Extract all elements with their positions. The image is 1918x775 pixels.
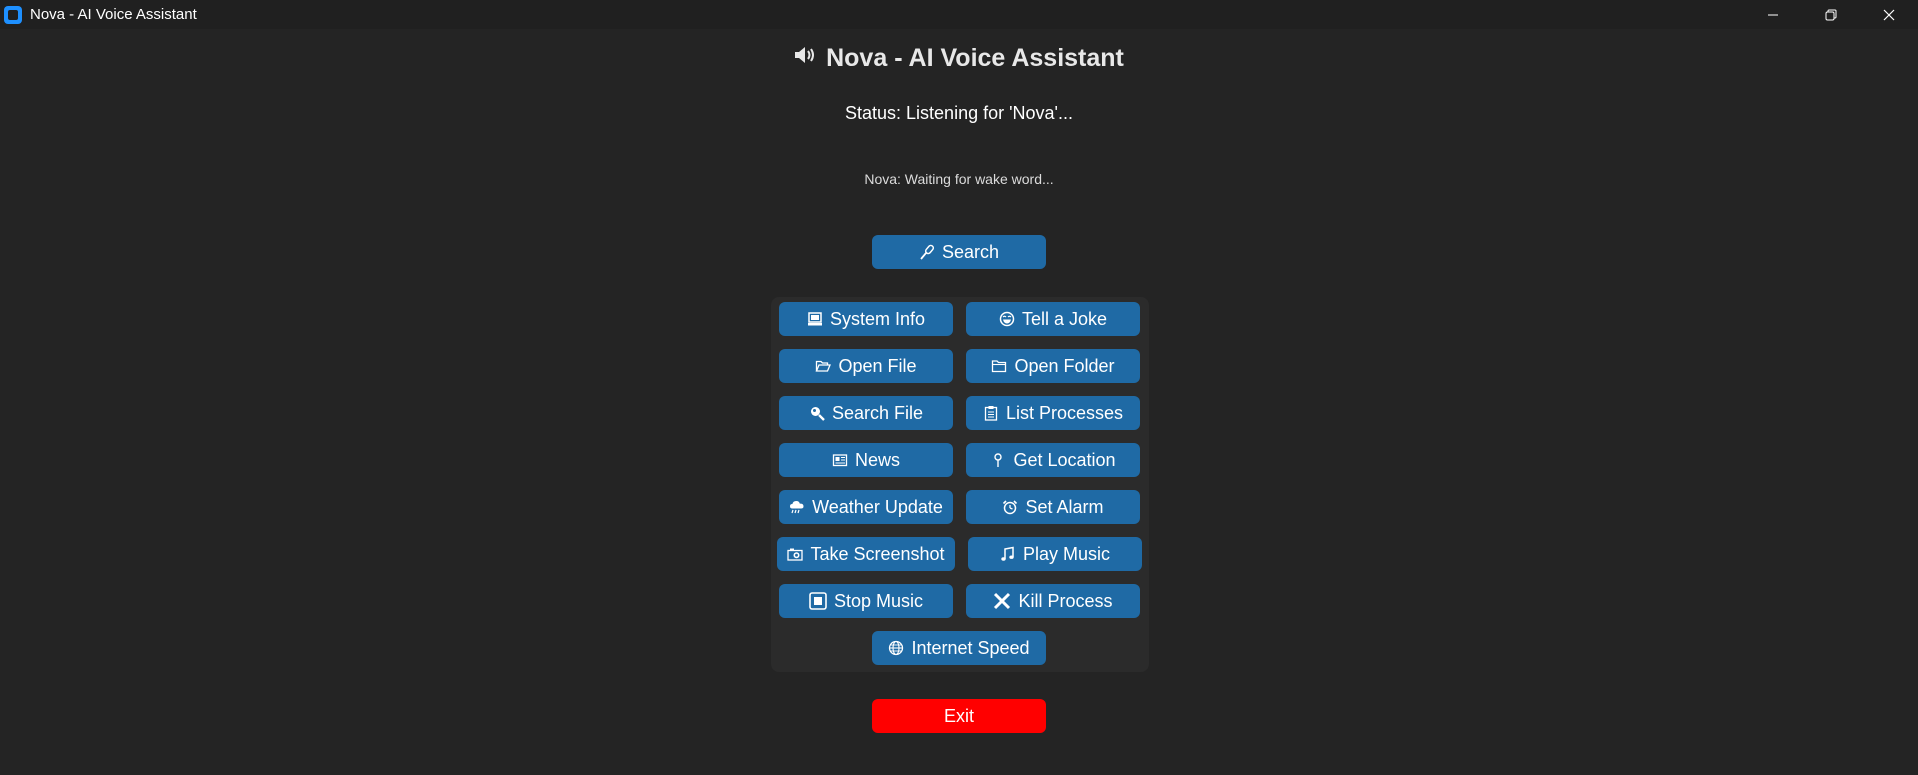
system-info-label: System Info — [829, 308, 926, 329]
tell-a-joke-label: Tell a Joke — [1021, 308, 1108, 329]
app-icon — [4, 5, 22, 24]
folder-icon — [991, 358, 1007, 374]
set-alarm-label: Set Alarm — [1025, 496, 1104, 517]
exit-button[interactable]: Exit — [872, 699, 1046, 733]
play-music-label: Play Music — [1022, 543, 1111, 564]
weather-update-label: Weather Update — [812, 496, 943, 517]
get-location-label: Get Location — [1013, 449, 1116, 470]
camera-icon — [787, 546, 804, 562]
laughing-face-icon — [999, 311, 1015, 327]
close-button[interactable] — [1860, 0, 1918, 29]
open-folder-label: Open Folder — [1014, 355, 1115, 376]
minimize-button[interactable] — [1744, 0, 1802, 29]
pin-icon — [990, 452, 1006, 468]
newspaper-icon — [832, 452, 848, 468]
rain-cloud-icon — [789, 499, 805, 515]
stop-music-button[interactable]: Stop Music — [779, 584, 953, 618]
restore-icon — [1825, 9, 1837, 20]
take-screenshot-button[interactable]: Take Screenshot — [777, 537, 955, 571]
open-file-label: Open File — [838, 355, 917, 376]
microphone-icon — [919, 244, 935, 260]
stop-music-label: Stop Music — [833, 590, 924, 611]
kill-process-button[interactable]: Kill Process — [966, 584, 1140, 618]
window-controls — [1744, 0, 1918, 29]
assistant-reply: Nova: Waiting for wake word... — [864, 171, 1054, 187]
title-bar: Nova - AI Voice Assistant — [0, 0, 1918, 29]
close-icon — [1883, 9, 1895, 20]
alarm-clock-icon — [1002, 499, 1018, 515]
computer-icon — [807, 311, 823, 327]
open-folder-button[interactable]: Open Folder — [966, 349, 1140, 383]
search-file-label: Search File — [831, 402, 924, 423]
list-processes-button[interactable]: List Processes — [966, 396, 1140, 430]
internet-speed-button[interactable]: Internet Speed — [872, 631, 1046, 665]
search-button-label: Search — [941, 241, 1000, 262]
clipboard-icon — [983, 405, 999, 421]
internet-speed-label: Internet Speed — [911, 637, 1030, 658]
status-label: Status: Listening for 'Nova'... — [845, 103, 1073, 123]
get-location-button[interactable]: Get Location — [966, 443, 1140, 477]
music-note-icon — [1000, 546, 1016, 562]
tell-a-joke-button[interactable]: Tell a Joke — [966, 302, 1140, 336]
restore-button[interactable] — [1802, 0, 1860, 29]
window-title: Nova - AI Voice Assistant — [30, 6, 197, 23]
speaker-icon — [794, 42, 816, 71]
set-alarm-button[interactable]: Set Alarm — [966, 490, 1140, 524]
list-processes-label: List Processes — [1005, 402, 1124, 423]
minimize-icon — [1768, 14, 1778, 15]
news-button[interactable]: News — [779, 443, 953, 477]
play-music-button[interactable]: Play Music — [968, 537, 1142, 571]
globe-icon — [888, 640, 904, 656]
search-file-button[interactable]: Search File — [779, 396, 953, 430]
x-icon — [993, 592, 1011, 610]
magnifier-icon — [809, 405, 825, 421]
open-file-button[interactable]: Open File — [779, 349, 953, 383]
open-folder-icon — [815, 358, 832, 374]
stop-icon — [809, 592, 827, 610]
weather-update-button[interactable]: Weather Update — [779, 490, 953, 524]
search-button[interactable]: Search — [872, 235, 1046, 269]
take-screenshot-label: Take Screenshot — [810, 543, 945, 564]
kill-process-label: Kill Process — [1018, 590, 1113, 611]
system-info-button[interactable]: System Info — [779, 302, 953, 336]
news-label: News — [854, 449, 900, 470]
exit-button-label: Exit — [943, 705, 974, 726]
page-title: Nova - AI Voice Assistant — [0, 44, 1918, 74]
page-title-text: Nova - AI Voice Assistant — [826, 44, 1124, 72]
